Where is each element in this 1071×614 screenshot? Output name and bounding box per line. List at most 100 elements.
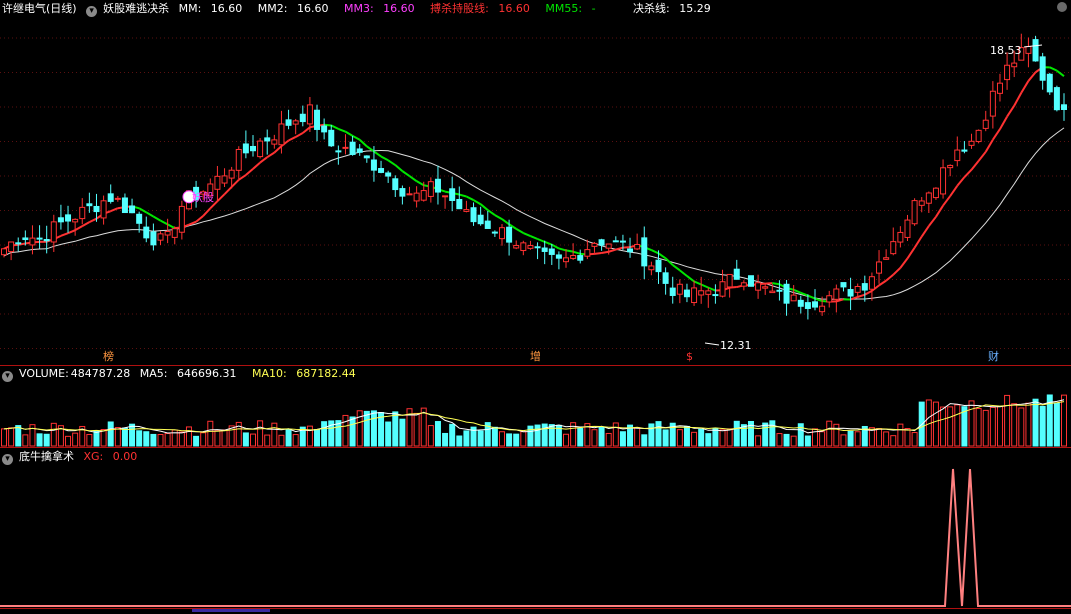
volume-bar (22, 434, 29, 447)
bojie-ma-line (942, 195, 951, 207)
bojie-ma-line (152, 215, 162, 222)
candle-down (1039, 56, 1046, 81)
bojie-ma-line (565, 249, 574, 253)
volume-bar (598, 426, 605, 447)
ma5-label: MA5: (139, 367, 168, 380)
volume-bar (691, 431, 698, 447)
volume-bar (264, 434, 271, 447)
bojie-ma-line (892, 267, 902, 276)
candle-down (577, 255, 584, 261)
bojie-ma-line (963, 169, 973, 178)
xg-indicator-name[interactable]: 底牛擒拿术 (19, 450, 74, 463)
candle-down (506, 226, 513, 243)
bojie-ma-line (338, 127, 346, 133)
close-panel-icon[interactable] (1057, 2, 1067, 12)
candle-up (50, 221, 57, 243)
bojie-ma-line (324, 123, 332, 127)
volume-bar (698, 428, 705, 447)
candle-down (136, 213, 143, 224)
volume-bar (114, 427, 121, 447)
candle-up (854, 286, 861, 293)
stock-title[interactable]: 许继电气(日线) (2, 2, 77, 15)
volume-bar (43, 433, 50, 447)
volume-bar (591, 429, 598, 447)
volume-bar (826, 420, 833, 447)
candle-up (29, 237, 36, 246)
bojie-ma-line (899, 257, 909, 269)
candle-up (1025, 45, 1032, 54)
candle-down (299, 113, 306, 123)
bojie-ma-line (984, 139, 994, 153)
volume-bar (968, 400, 975, 447)
bojie-ma-line (544, 240, 553, 246)
candle-up (605, 243, 612, 249)
volume-bar (442, 432, 449, 447)
bojie-ma-line (202, 207, 212, 217)
bojie-ma-line (551, 243, 560, 250)
candle-down (555, 254, 562, 259)
candle-down (641, 237, 648, 267)
candle-down (470, 207, 477, 223)
xg-menu-icon[interactable] (2, 454, 13, 465)
candle-down (541, 247, 548, 252)
bojie-ma-line (1056, 69, 1065, 77)
volume-bar (854, 431, 861, 447)
candle-up (520, 242, 527, 252)
volume-bar (655, 421, 662, 447)
high-price-label: 18.53 (990, 44, 1022, 57)
xg-signal-line (0, 468, 1071, 607)
volume-bar (641, 434, 648, 447)
candle-up (954, 149, 961, 162)
kline-chart[interactable]: 妖股 18.53 12.31 榜 增 $ 财 (0, 0, 1071, 614)
bojie-ma-line (302, 126, 311, 134)
volume-bar (129, 423, 136, 447)
volume-bar (498, 431, 505, 447)
low-pointer (704, 342, 720, 346)
candle-up (406, 193, 413, 196)
candle-down (434, 178, 441, 193)
candle-up (498, 227, 505, 240)
bojie-ma-line (1049, 66, 1058, 72)
volume-bar (363, 410, 370, 447)
main-panel-header: 许继电气(日线) 妖股难逃决杀 MM: 16.60 MM2: 16.60 MM3… (2, 1, 723, 17)
volume-label[interactable]: VOLUME: (19, 367, 69, 380)
volume-bar (1011, 403, 1018, 447)
volume-bar (477, 430, 484, 447)
candle-down (107, 193, 114, 202)
volume-bar (257, 420, 264, 447)
bojie-ma-line (572, 250, 581, 255)
volume-bar (790, 435, 797, 447)
volume-bar (285, 429, 292, 447)
volume-bar (1053, 402, 1060, 447)
volume-bar (1004, 394, 1011, 447)
candle-down (655, 259, 662, 273)
candle-up (271, 139, 278, 145)
candle-up (72, 218, 79, 223)
scroll-thumb (192, 609, 270, 612)
mm-value: 16.60 (210, 2, 243, 15)
bojie-ma-line (394, 164, 404, 172)
candle-down (662, 272, 669, 284)
event-marker: 增 (530, 349, 541, 363)
indicator-menu-icon[interactable] (86, 6, 98, 17)
bojie-ma-line (230, 179, 240, 188)
volume-bar (456, 435, 463, 447)
mm55-label: MM55: (545, 2, 583, 15)
bojie-ma-line (252, 161, 261, 170)
candle-up (698, 290, 705, 296)
volume-bar (804, 435, 811, 447)
candle-up (591, 242, 598, 247)
volume-bar (342, 414, 349, 447)
bojie-ma-line (928, 216, 937, 227)
indicator-name[interactable]: 妖股难逃决杀 (103, 2, 169, 15)
candle-down (733, 268, 740, 280)
candle-up (790, 294, 797, 302)
volume-menu-icon[interactable] (2, 371, 13, 382)
volume-bar (434, 421, 441, 447)
bojie-ma-line (672, 264, 681, 272)
candle-down (57, 217, 64, 223)
candle-down (804, 302, 811, 309)
candle-down (449, 188, 456, 201)
volume-bar (136, 430, 143, 447)
candle-down (335, 150, 342, 153)
